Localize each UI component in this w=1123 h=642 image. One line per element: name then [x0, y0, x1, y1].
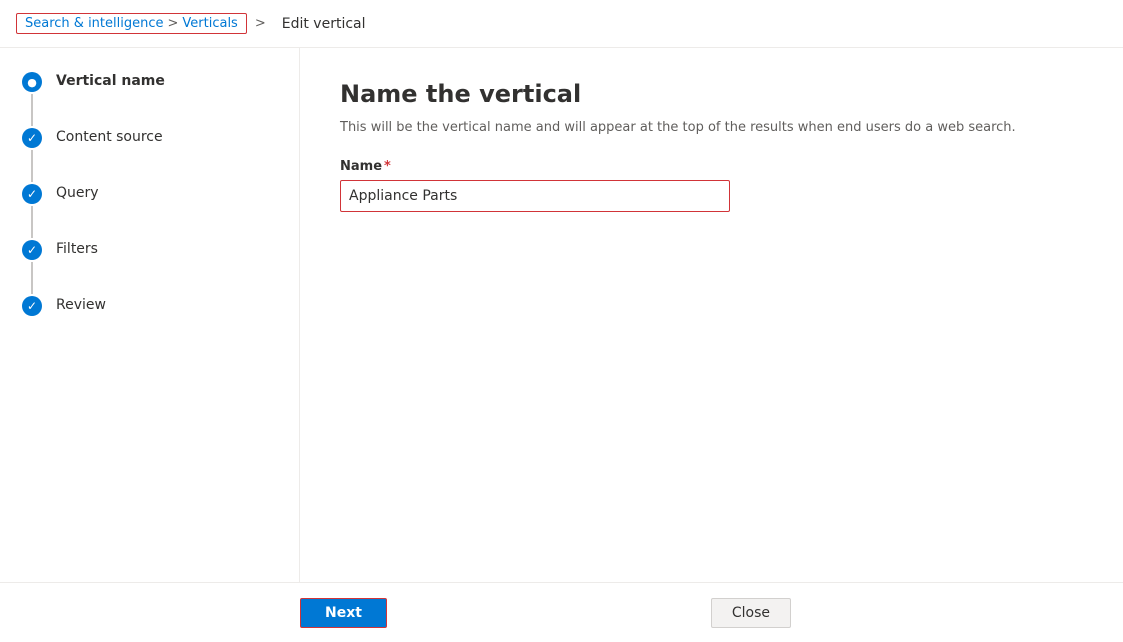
content-title: Name the vertical — [340, 80, 1083, 108]
sidebar-item-filters[interactable]: ✓ Filters — [0, 240, 299, 296]
checkmark-5: ✓ — [27, 299, 37, 313]
breadcrumb-link-verticals[interactable]: Verticals — [182, 16, 237, 31]
step-circle-4: ✓ — [22, 240, 42, 260]
footer: Next Close — [0, 582, 1123, 642]
step-label-review: Review — [56, 296, 106, 349]
breadcrumb-sep-2: > — [255, 16, 266, 31]
next-button[interactable]: Next — [300, 598, 387, 628]
page-title: Edit vertical — [282, 16, 366, 32]
header: Search & intelligence > Verticals > Edit… — [0, 0, 1123, 48]
step-label-query: Query — [56, 184, 99, 237]
step-circle-3: ✓ — [22, 184, 42, 204]
sidebar-item-vertical-name[interactable]: ● Vertical name — [0, 72, 299, 128]
step-label-vertical-name: Vertical name — [56, 72, 165, 125]
content-area: Name the vertical This will be the verti… — [300, 48, 1123, 582]
footer-right: Close — [711, 598, 823, 628]
checkmark-4: ✓ — [27, 243, 37, 257]
step-dot-1: ● — [27, 76, 37, 89]
step-circle-5: ✓ — [22, 296, 42, 316]
content-description: This will be the vertical name and will … — [340, 120, 1040, 135]
step-circle-2: ✓ — [22, 128, 42, 148]
sidebar: ● Vertical name ✓ Content source — [0, 48, 300, 582]
step-line-4 — [31, 262, 33, 294]
sidebar-item-content-source[interactable]: ✓ Content source — [0, 128, 299, 184]
main-area: ● Vertical name ✓ Content source — [0, 48, 1123, 582]
close-button[interactable]: Close — [711, 598, 791, 628]
field-label-name: Name* — [340, 159, 1083, 174]
checkmark-3: ✓ — [27, 187, 37, 201]
sidebar-item-review[interactable]: ✓ Review — [0, 296, 299, 349]
checkmark-2: ✓ — [27, 131, 37, 145]
breadcrumb-box: Search & intelligence > Verticals — [16, 13, 247, 34]
breadcrumb-link-search-intelligence[interactable]: Search & intelligence — [25, 16, 163, 31]
step-circle-1: ● — [22, 72, 42, 92]
breadcrumb-sep-1: > — [167, 16, 178, 31]
step-line-3 — [31, 206, 33, 238]
step-label-filters: Filters — [56, 240, 98, 293]
step-line-1 — [31, 94, 33, 126]
step-label-content-source: Content source — [56, 128, 163, 181]
required-indicator: * — [384, 159, 391, 174]
sidebar-item-query[interactable]: ✓ Query — [0, 184, 299, 240]
step-line-2 — [31, 150, 33, 182]
name-input[interactable] — [340, 180, 730, 212]
